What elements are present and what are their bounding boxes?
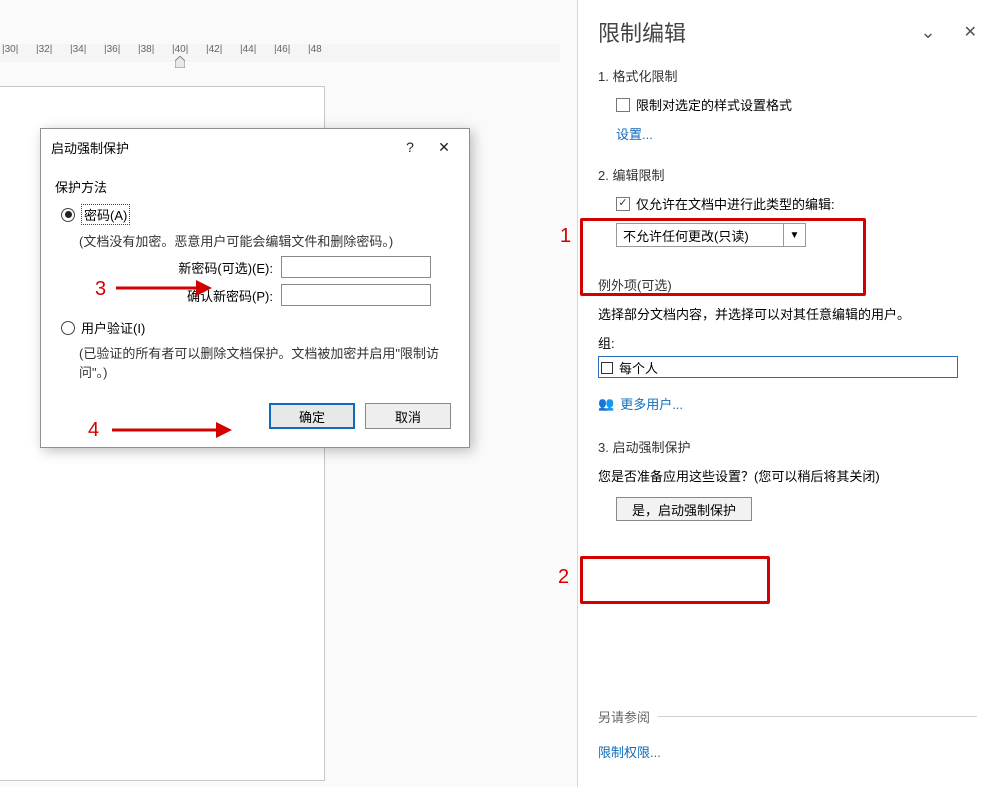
see-also-title: 另请参阅 (598, 710, 658, 725)
radio-icon (61, 321, 75, 335)
close-icon[interactable]: ✕ (964, 22, 977, 43)
checkbox-icon (616, 197, 630, 211)
protection-method-label: 保护方法 (55, 177, 455, 196)
groups-label: 组: (598, 333, 977, 352)
dialog-help-button[interactable]: ? (393, 135, 427, 159)
dropdown-value: 不允许任何更改(只读) (617, 224, 783, 246)
editing-restriction-label: 仅允许在文档中进行此类型的编辑: (636, 194, 835, 213)
confirm-password-input[interactable] (281, 284, 431, 306)
radio-userauth-label[interactable]: 用户验证(I) (81, 318, 145, 337)
new-password-input[interactable] (281, 256, 431, 278)
groups-listbox[interactable]: 每个人 (598, 356, 958, 378)
more-users-label: 更多用户... (620, 394, 683, 413)
ruler-mark: |42| (206, 44, 240, 62)
format-restriction-label: 限制对选定的样式设置格式 (636, 95, 792, 114)
panel-title: 限制编辑 (598, 16, 921, 48)
checkbox-icon (616, 98, 630, 112)
cancel-button-label: 取消 (395, 407, 421, 426)
section-2-title: 2. 编辑限制 (598, 165, 977, 184)
indent-marker-icon[interactable] (175, 56, 185, 66)
new-password-label: 新密码(可选)(E): (178, 258, 273, 277)
exceptions-title: 例外项(可选) (598, 275, 977, 294)
cancel-button[interactable]: 取消 (365, 403, 451, 429)
settings-link[interactable]: 设置... (616, 124, 653, 143)
enforce-button-label: 是，启动强制保护 (632, 500, 736, 519)
section-3-title: 3. 启动强制保护 (598, 437, 977, 456)
ruler-mark: |32| (36, 44, 70, 62)
ruler-mark: |34| (70, 44, 104, 62)
ruler-mark: |44| (240, 44, 274, 62)
more-users-link[interactable]: 👥 更多用户... (598, 394, 977, 413)
ruler: |30| |32| |34| |36| |38| |40| |42| |44| … (0, 44, 560, 62)
dialog-close-button[interactable]: ✕ (427, 135, 461, 159)
start-enforcement-dialog: 启动强制保护 ? ✕ 保护方法 密码(A) (文档没有加密。恶意用户可能会编辑文… (40, 128, 470, 448)
ruler-mark: |38| (138, 44, 172, 62)
radio-password-label: 密码(A) (81, 204, 130, 225)
ruler-mark: |30| (2, 44, 36, 62)
confirm-password-label: 确认新密码(P): (187, 286, 273, 305)
ok-button-label: 确定 (299, 407, 325, 426)
ok-button[interactable]: 确定 (269, 403, 355, 429)
radio-icon (61, 208, 75, 222)
format-restriction-checkbox[interactable]: 限制对选定的样式设置格式 (616, 95, 977, 114)
password-hint: (文档没有加密。恶意用户可能会编辑文件和删除密码。) (79, 231, 455, 250)
ruler-mark: |36| (104, 44, 138, 62)
ruler-mark: |46| (274, 44, 308, 62)
restrict-permission-link[interactable]: 限制权限... (598, 742, 661, 761)
chevron-down-icon: ▼ (783, 224, 805, 246)
group-everyone-item[interactable]: 每个人 (599, 357, 957, 378)
ruler-mark: |48 (308, 44, 342, 62)
enforce-protection-button[interactable]: 是，启动强制保护 (616, 497, 752, 521)
annotation-number-2: 2 (558, 566, 569, 589)
restrict-editing-panel: 限制编辑 ⌄ ✕ 1. 格式化限制 限制对选定的样式设置格式 设置... 2. … (577, 0, 997, 787)
section-1-title: 1. 格式化限制 (598, 66, 977, 85)
editing-restriction-checkbox[interactable]: 仅允许在文档中进行此类型的编辑: (616, 194, 977, 213)
users-icon: 👥 (598, 396, 614, 412)
section-3-help: 您是否准备应用这些设置？(您可以稍后将其关闭) (598, 466, 977, 485)
group-everyone-label: 每个人 (619, 358, 658, 377)
editing-type-dropdown[interactable]: 不允许任何更改(只读) ▼ (616, 223, 806, 247)
radio-password[interactable]: 密码(A) (61, 204, 455, 225)
annotation-number-1: 1 (560, 225, 571, 248)
exceptions-help: 选择部分文档内容，并选择可以对其任意编辑的用户。 (598, 304, 977, 323)
dialog-title: 启动强制保护 (51, 138, 393, 157)
userauth-hint: (已验证的所有者可以删除文档保护。文档被加密并启用"限制访问"。) (79, 343, 455, 381)
checkbox-icon (601, 362, 613, 374)
chevron-down-icon[interactable]: ⌄ (921, 22, 936, 43)
